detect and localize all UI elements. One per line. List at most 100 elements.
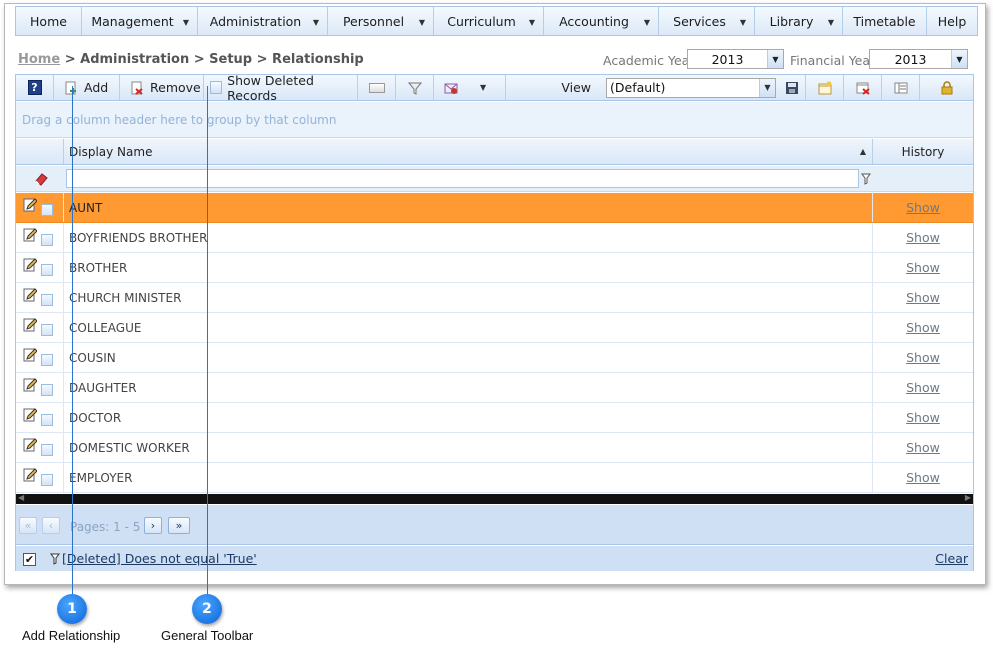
column-header-history[interactable]: History (873, 139, 973, 164)
academic-year-select[interactable]: 2013 ▼ (687, 49, 784, 69)
row-select-checkbox[interactable] (41, 384, 53, 396)
scroll-right-icon[interactable]: ▶ (965, 493, 971, 502)
nav-personnel[interactable]: Personnel ▼ (328, 7, 434, 35)
table-row[interactable]: DOMESTIC WORKER Show (16, 433, 973, 463)
row-select-checkbox[interactable] (41, 324, 53, 336)
nav-help[interactable]: Help (927, 7, 977, 35)
callout-1-number: 1 (67, 601, 77, 617)
row-select-checkbox[interactable] (41, 294, 53, 306)
show-deleted-checkbox[interactable] (210, 81, 223, 94)
show-history-link[interactable]: Show (906, 320, 940, 335)
row-tools (16, 223, 64, 252)
row-select-checkbox[interactable] (41, 204, 53, 216)
edit-pencil-icon[interactable] (23, 408, 37, 422)
group-by-area[interactable]: Drag a column header here to group by th… (16, 102, 973, 138)
nav-curriculum[interactable]: Curriculum ▼ (434, 7, 544, 35)
horizontal-scrollbar[interactable]: ◀ ▶ (16, 493, 973, 504)
add-button[interactable]: Add (54, 75, 120, 100)
column-chooser-button[interactable] (358, 75, 396, 100)
display-name-cell: COLLEAGUE (64, 313, 873, 342)
lock-button[interactable] (920, 75, 973, 100)
table-row[interactable]: BOYFRIENDS BROTHER Show (16, 223, 973, 253)
nav-accounting[interactable]: Accounting ▼ (544, 7, 659, 35)
delete-view-button[interactable] (844, 75, 882, 100)
edit-pencil-icon[interactable] (23, 348, 37, 362)
chevron-down-icon[interactable]: ▼ (767, 50, 783, 68)
table-row[interactable]: BROTHER Show (16, 253, 973, 283)
filter-button[interactable] (396, 75, 434, 100)
row-select-checkbox[interactable] (41, 234, 53, 246)
clear-filter-link[interactable]: Clear (935, 551, 968, 566)
financial-year-select[interactable]: 2013 ▼ (869, 49, 968, 69)
edit-pencil-icon[interactable] (23, 438, 37, 452)
filter-options-icon[interactable] (861, 173, 871, 185)
table-row[interactable]: COUSIN Show (16, 343, 973, 373)
show-history-link[interactable]: Show (906, 230, 940, 245)
history-cell: Show (873, 320, 973, 335)
chevron-down-icon[interactable]: ▼ (951, 50, 967, 68)
new-view-button[interactable] (806, 75, 844, 100)
table-row[interactable]: CHURCH MINISTER Show (16, 283, 973, 313)
clear-filter-eraser-icon[interactable] (34, 172, 48, 186)
show-history-link[interactable]: Show (906, 470, 940, 485)
nav-management[interactable]: Management ▼ (82, 7, 198, 35)
show-deleted-toggle[interactable]: Show Deleted Records (204, 72, 358, 103)
edit-pencil-icon[interactable] (23, 198, 37, 212)
display-name-cell: AUNT (64, 193, 873, 222)
edit-pencil-icon[interactable] (23, 318, 37, 332)
filter-enabled-checkbox[interactable]: ✔ (23, 553, 36, 566)
show-deleted-label: Show Deleted Records (227, 72, 314, 103)
edit-pencil-icon[interactable] (23, 468, 37, 482)
table-row[interactable]: DOCTOR Show (16, 403, 973, 433)
last-page-button[interactable]: » (168, 517, 190, 534)
view-select[interactable]: (Default) ▼ (606, 77, 776, 98)
show-history-link[interactable]: Show (906, 260, 940, 275)
history-header-label: History (901, 144, 945, 159)
history-cell: Show (873, 440, 973, 455)
nav-administration[interactable]: Administration ▼ (198, 7, 328, 35)
show-history-link[interactable]: Show (906, 440, 940, 455)
remove-button[interactable]: Remove (120, 75, 204, 100)
row-select-checkbox[interactable] (41, 474, 53, 486)
show-history-link[interactable]: Show (906, 200, 940, 215)
nav-library[interactable]: Library ▼ (755, 7, 843, 35)
lock-icon (941, 80, 952, 94)
row-select-checkbox[interactable] (41, 354, 53, 366)
edit-pencil-icon[interactable] (23, 258, 37, 272)
chevron-down-icon[interactable]: ▼ (759, 78, 775, 97)
export-menu-button[interactable]: ▼ (434, 75, 506, 100)
layout-button[interactable] (882, 75, 920, 100)
edit-pencil-icon[interactable] (23, 228, 37, 242)
scroll-left-icon[interactable]: ◀ (18, 493, 24, 502)
edit-pencil-icon[interactable] (23, 288, 37, 302)
breadcrumb-home-link[interactable]: Home (18, 52, 60, 67)
edit-pencil-icon[interactable] (23, 378, 37, 392)
row-select-checkbox[interactable] (41, 444, 53, 456)
history-cell: Show (873, 380, 973, 395)
table-row[interactable]: EMPLOYER Show (16, 463, 973, 493)
nav-timetable[interactable]: Timetable (843, 7, 927, 35)
table-row[interactable]: AUNT Show (16, 193, 973, 223)
filter-expression-link[interactable]: [Deleted] Does not equal 'True' (62, 551, 257, 566)
show-history-link[interactable]: Show (906, 350, 940, 365)
callout-2-line (207, 86, 208, 598)
financial-year-label: Financial Year (790, 53, 876, 68)
prev-page-button[interactable]: ‹ (42, 517, 60, 534)
display-name-cell: BOYFRIENDS BROTHER (64, 223, 873, 252)
next-page-button[interactable]: › (144, 517, 162, 534)
table-row[interactable]: COLLEAGUE Show (16, 313, 973, 343)
show-history-link[interactable]: Show (906, 290, 940, 305)
row-select-checkbox[interactable] (41, 414, 53, 426)
layout-icon (894, 82, 907, 93)
nav-services[interactable]: Services ▼ (659, 7, 755, 35)
help-button[interactable]: ? (16, 75, 54, 100)
table-row[interactable]: DAUGHTER Show (16, 373, 973, 403)
show-history-link[interactable]: Show (906, 410, 940, 425)
show-history-link[interactable]: Show (906, 380, 940, 395)
nav-home[interactable]: Home (16, 7, 82, 35)
row-select-checkbox[interactable] (41, 264, 53, 276)
save-view-button[interactable] (778, 75, 806, 100)
column-header-display-name[interactable]: Display Name ▲ (64, 139, 873, 164)
display-name-filter-input[interactable] (66, 169, 859, 188)
first-page-button[interactable]: « (19, 517, 37, 534)
